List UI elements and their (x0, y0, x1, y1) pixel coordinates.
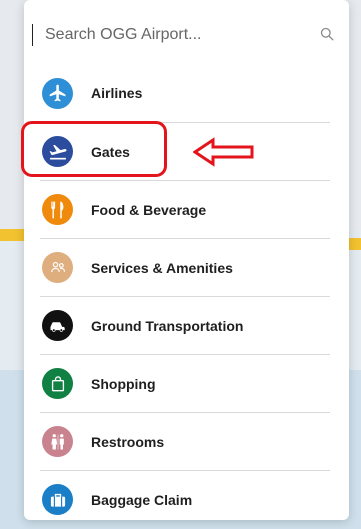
airplane-icon (42, 77, 73, 109)
menu-item-baggage-claim[interactable]: Baggage Claim (40, 470, 330, 520)
search-input[interactable] (32, 24, 300, 46)
menu-item-restrooms[interactable]: Restrooms (40, 412, 330, 470)
menu-item-label: Shopping (91, 375, 156, 392)
fork-knife-icon (42, 194, 73, 225)
menu-item-label: Airlines (91, 85, 143, 101)
menu-item-shopping[interactable]: Shopping (40, 354, 330, 412)
menu-item-label: Restrooms (91, 433, 165, 450)
poi-menu-panel: Airlines Gates Food & Beverage Services … (24, 0, 349, 520)
menu-item-label: Ground Transportation (91, 317, 244, 334)
car-icon (42, 310, 73, 341)
restroom-icon (42, 426, 73, 457)
people-icon (42, 252, 73, 283)
luggage-icon (42, 484, 73, 515)
menu-item-label: Services & Amenities (91, 259, 233, 276)
menu-item-airlines[interactable]: Airlines (40, 64, 330, 122)
annotation-highlight-box (21, 121, 167, 177)
menu-item-label: Baggage Claim (91, 491, 193, 508)
shopping-bag-icon (42, 368, 73, 399)
menu-item-label: Food & Beverage (91, 201, 207, 218)
menu-item-services-amenities[interactable]: Services & Amenities (40, 238, 330, 296)
menu-item-food-beverage[interactable]: Food & Beverage (40, 180, 330, 238)
menu-item-ground-transportation[interactable]: Ground Transportation (40, 296, 330, 354)
search-bar (32, 10, 340, 60)
search-icon[interactable] (320, 27, 334, 41)
annotation-arrow-icon (193, 137, 254, 167)
